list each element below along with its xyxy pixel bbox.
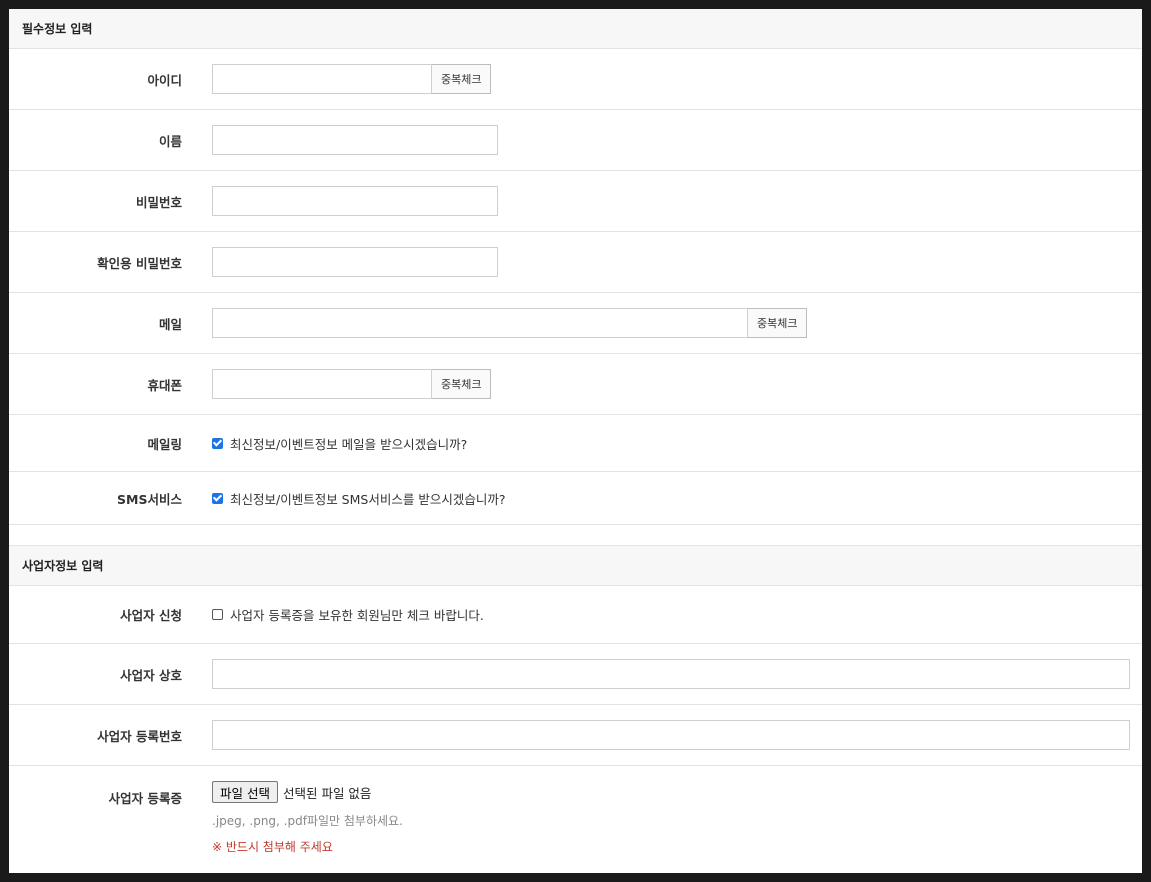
name-input[interactable] [212,125,498,155]
reg-number-input[interactable] [212,720,1130,750]
mailing-option[interactable]: 최신정보/이벤트정보 메일을 받으시겠습니까? [212,434,467,453]
name-row: 이름 [9,110,1142,171]
file-select-button[interactable]: 파일 선택 [212,781,278,803]
mailing-row: 메일링 최신정보/이벤트정보 메일을 받으시겠습니까? [9,415,1142,472]
sms-checkbox[interactable] [212,492,223,504]
name-label: 이름 [158,133,182,149]
password-input[interactable] [212,186,498,216]
required-warning: ※ 반드시 첨부해 주세요 [212,840,333,854]
sms-row: SMS서비스 최신정보/이벤트정보 SMS서비스를 받으시겠습니까? [9,472,1142,525]
password-label: 비밀번호 [135,194,182,210]
company-name-row: 사업자 상호 [9,644,1142,705]
id-row: 아이디 중복체크 [9,49,1142,110]
phone-input[interactable] [212,369,432,399]
email-duplicate-check-button[interactable]: 중복체크 [748,308,808,338]
company-name-input[interactable] [212,659,1130,689]
file-status: 선택된 파일 없음 [282,785,372,801]
password-row: 비밀번호 [9,171,1142,232]
business-section-title: 사업자정보 입력 [9,546,1142,586]
file-type-hint: .jpeg, .png, .pdf파일만 첨부하세요. [212,814,403,828]
phone-duplicate-check-button[interactable]: 중복체크 [432,369,492,399]
email-row: 메일 중복체크 [9,293,1142,354]
company-name-label: 사업자 상호 [120,667,182,683]
password-confirm-input[interactable] [212,247,498,277]
certificate-label: 사업자 등록증 [108,791,182,806]
required-section-title: 필수정보 입력 [9,9,1142,49]
mailing-text: 최신정보/이벤트정보 메일을 받으시겠습니까? [230,436,468,452]
section-gap [9,525,1142,546]
email-input[interactable] [212,308,748,338]
sms-label: SMS서비스 [117,491,182,507]
business-apply-checkbox[interactable] [212,609,223,620]
password-confirm-label: 확인용 비밀번호 [97,255,182,271]
business-apply-option[interactable]: 사업자 등록증을 보유한 회원님만 체크 바랍니다. [212,605,484,624]
sms-option[interactable]: 최신정보/이벤트정보 SMS서비스를 받으시겠습니까? [212,489,505,508]
id-label: 아이디 [147,72,182,88]
email-label: 메일 [158,316,182,332]
business-apply-label: 사업자 신청 [120,608,182,623]
phone-row: 휴대폰 중복체크 [9,354,1142,415]
business-apply-row: 사업자 신청 사업자 등록증을 보유한 회원님만 체크 바랍니다. [9,586,1142,644]
id-input[interactable] [212,64,432,94]
id-duplicate-check-button[interactable]: 중복체크 [432,64,492,94]
certificate-row: 사업자 등록증 파일 선택 선택된 파일 없음 .jpeg, .png, .pd… [9,766,1142,873]
mailing-label: 메일링 [147,436,182,452]
signup-form: 필수정보 입력 아이디 중복체크 이름 비밀번호 확인용 비밀번호 메일 중복체… [9,9,1142,873]
sms-text: 최신정보/이벤트정보 SMS서비스를 받으시겠습니까? [230,491,506,507]
reg-number-row: 사업자 등록번호 [9,705,1142,766]
business-apply-text: 사업자 등록증을 보유한 회원님만 체크 바랍니다. [230,608,484,623]
phone-label: 휴대폰 [147,377,182,393]
reg-number-label: 사업자 등록번호 [97,728,182,744]
mailing-checkbox[interactable] [212,437,223,449]
password-confirm-row: 확인용 비밀번호 [9,232,1142,293]
